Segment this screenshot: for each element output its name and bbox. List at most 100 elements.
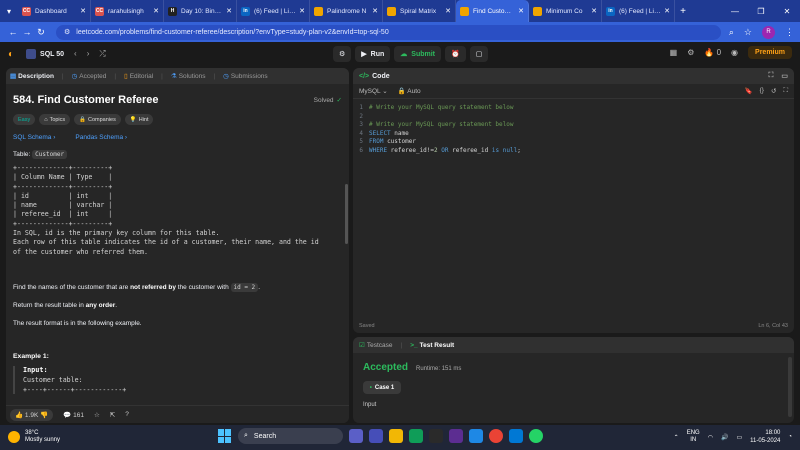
user-avatar-icon[interactable]: ◉ [731, 48, 738, 57]
topics-tag[interactable]: ⌂ Topics [39, 114, 71, 125]
notification-icon[interactable]: ◔ [788, 434, 792, 440]
file-explorer-icon[interactable] [389, 429, 403, 443]
zoom-icon[interactable]: ⌕ [729, 27, 734, 38]
description-scrollbar[interactable] [344, 84, 349, 404]
tab-close-icon[interactable]: ✕ [518, 7, 524, 15]
tab-close-icon[interactable]: ✕ [299, 7, 305, 15]
store-icon[interactable] [429, 429, 443, 443]
next-problem-icon[interactable]: › [87, 49, 90, 59]
photos-icon[interactable] [509, 429, 523, 443]
debug-button[interactable]: ⚙ [333, 46, 352, 62]
app-icon[interactable] [469, 429, 483, 443]
maximize-icon[interactable]: ❐ [748, 0, 774, 22]
test-scrollbar[interactable] [788, 357, 792, 417]
reset-icon[interactable]: ↺ [771, 87, 776, 95]
problem-title[interactable]: 584. Find Customer Referee [13, 94, 159, 106]
system-clock[interactable]: 18:00 11-05-2024 [750, 429, 780, 445]
pandas-schema-link[interactable]: Pandas Schema › [75, 134, 127, 141]
fullscreen-icon[interactable]: ⛶ [783, 87, 788, 95]
tab-close-icon[interactable]: ✕ [591, 7, 597, 15]
companies-tag[interactable]: 🔒 Companies [74, 114, 121, 125]
like-button[interactable]: 👍 1.9K 👎 [10, 408, 54, 421]
battery-icon[interactable]: ▭ [736, 434, 742, 441]
close-window-icon[interactable]: ✕ [774, 0, 800, 22]
notes-button[interactable]: ▢ [469, 46, 489, 62]
browser-menu-icon[interactable]: ⋮ [785, 27, 794, 38]
tab-close-icon[interactable]: ✕ [664, 7, 670, 15]
timer-button[interactable]: ⏰ [445, 46, 466, 62]
leetcode-logo-icon[interactable]: ◐ [8, 49, 14, 60]
browser-tab[interactable]: Find Customer ✕ [456, 0, 529, 22]
streak-counter[interactable]: 🔥 0 [704, 48, 721, 57]
code-line: 6 WHERE referee_id!=2 OR referee_id is nu… [353, 147, 794, 156]
submit-button[interactable]: ☁ Submit [394, 46, 442, 62]
browser-tab[interactable]: in (6) Feed | LinkedIn✕ [602, 0, 675, 22]
language-selector[interactable]: MySQL ⌄ [359, 87, 388, 95]
edge-icon[interactable] [409, 429, 423, 443]
language-indicator[interactable]: ENG IN [687, 430, 700, 444]
tab-close-icon[interactable]: ✕ [80, 7, 86, 15]
tab-close-icon[interactable]: ✕ [226, 7, 232, 15]
url-field[interactable]: ⚙ leetcode.com/problems/find-customer-re… [56, 24, 721, 40]
share-icon[interactable]: ⇱ [110, 411, 115, 419]
teams-icon[interactable] [369, 429, 383, 443]
back-icon[interactable]: ← [6, 27, 20, 37]
browser-tab[interactable]: Spiral Matrix ✕ [383, 0, 456, 22]
braces-icon[interactable]: {} [760, 87, 764, 95]
chrome-icon[interactable] [489, 429, 503, 443]
reload-icon[interactable]: ↻ [34, 27, 48, 38]
tab-testcase[interactable]: ☑ Testcase [359, 341, 392, 349]
case-1-tab[interactable]: • Case 1 [363, 381, 401, 394]
problem-list-selector[interactable]: SQL 50 [26, 49, 64, 59]
tab-submissions[interactable]: ◷ Submissions [223, 72, 268, 80]
browser-tab[interactable]: CC rarahulsingh ✕ [91, 0, 164, 22]
browser-tab[interactable]: CC Dashboard ✕ [18, 0, 91, 22]
taskbar-search[interactable]: ⌕ Search [238, 428, 343, 444]
browser-tab[interactable]: Palindrome N ✕ [310, 0, 383, 22]
whatsapp-icon[interactable] [529, 429, 543, 443]
layout-icon[interactable]: ▦ [670, 48, 678, 57]
tab-search-button[interactable]: ▾ [0, 0, 18, 22]
tab-test-result[interactable]: >_ Test Result [410, 342, 454, 349]
bookmark-star-icon[interactable]: ☆ [744, 27, 752, 38]
browser-tab[interactable]: Minimum Co ✕ [529, 0, 602, 22]
wifi-icon[interactable]: ◠ [708, 434, 713, 441]
tab-accepted[interactable]: ◷ Accepted [72, 72, 107, 80]
browser-tab[interactable]: H Day 10: Binary ✕ [164, 0, 237, 22]
task-view-icon[interactable] [349, 429, 363, 443]
collapse-icon[interactable]: ▭ [781, 72, 788, 80]
shuffle-icon[interactable]: ⤮ [99, 49, 105, 59]
run-button[interactable]: ▶ Run [355, 46, 391, 62]
tab-close-icon[interactable]: ✕ [153, 7, 159, 15]
sql-schema-link[interactable]: SQL Schema › [13, 134, 55, 141]
minimize-icon[interactable]: — [722, 0, 748, 22]
profile-avatar[interactable]: R [762, 25, 775, 39]
expand-icon[interactable]: ⛶ [768, 72, 773, 80]
bookmark-icon[interactable]: 🔖 [745, 87, 753, 95]
site-info-icon[interactable]: ⚙ [64, 28, 70, 36]
new-tab-button[interactable]: + [675, 6, 691, 17]
volume-icon[interactable]: 🔊 [721, 434, 728, 441]
favorite-star-icon[interactable]: ☆ [94, 411, 100, 419]
chevron-down-icon: ⌄ [382, 88, 388, 95]
auto-toggle[interactable]: 🔒 Auto [398, 87, 421, 95]
comments-button[interactable]: 💬 161 [63, 411, 84, 419]
browser-tab[interactable]: in (6) Feed | LinkedIn✕ [237, 0, 310, 22]
tab-solutions[interactable]: ⚗ Solutions [171, 72, 206, 80]
prev-problem-icon[interactable]: ‹ [74, 49, 77, 59]
vscode-icon[interactable] [449, 429, 463, 443]
forward-icon[interactable]: → [20, 27, 34, 37]
settings-icon[interactable]: ⚙ [687, 48, 694, 57]
weather-widget[interactable]: 38°C Mostly sunny [8, 430, 60, 444]
tab-editorial[interactable]: ▯ Editorial [124, 72, 153, 80]
windows-start-icon[interactable] [218, 429, 232, 443]
hint-tag[interactable]: 💡 Hint [124, 114, 154, 125]
tab-description[interactable]: ▤ Description [10, 72, 54, 80]
tab-close-icon[interactable]: ✕ [445, 7, 451, 15]
code-editor[interactable]: 1 # Write your MySQL query statement belo… [353, 99, 794, 156]
tray-chevron-icon[interactable]: ⌃ [674, 434, 679, 441]
help-icon[interactable]: ? [125, 411, 129, 418]
tab-close-icon[interactable]: ✕ [372, 7, 378, 15]
scrollbar-thumb[interactable] [345, 184, 348, 244]
premium-button[interactable]: Premium [748, 46, 792, 59]
